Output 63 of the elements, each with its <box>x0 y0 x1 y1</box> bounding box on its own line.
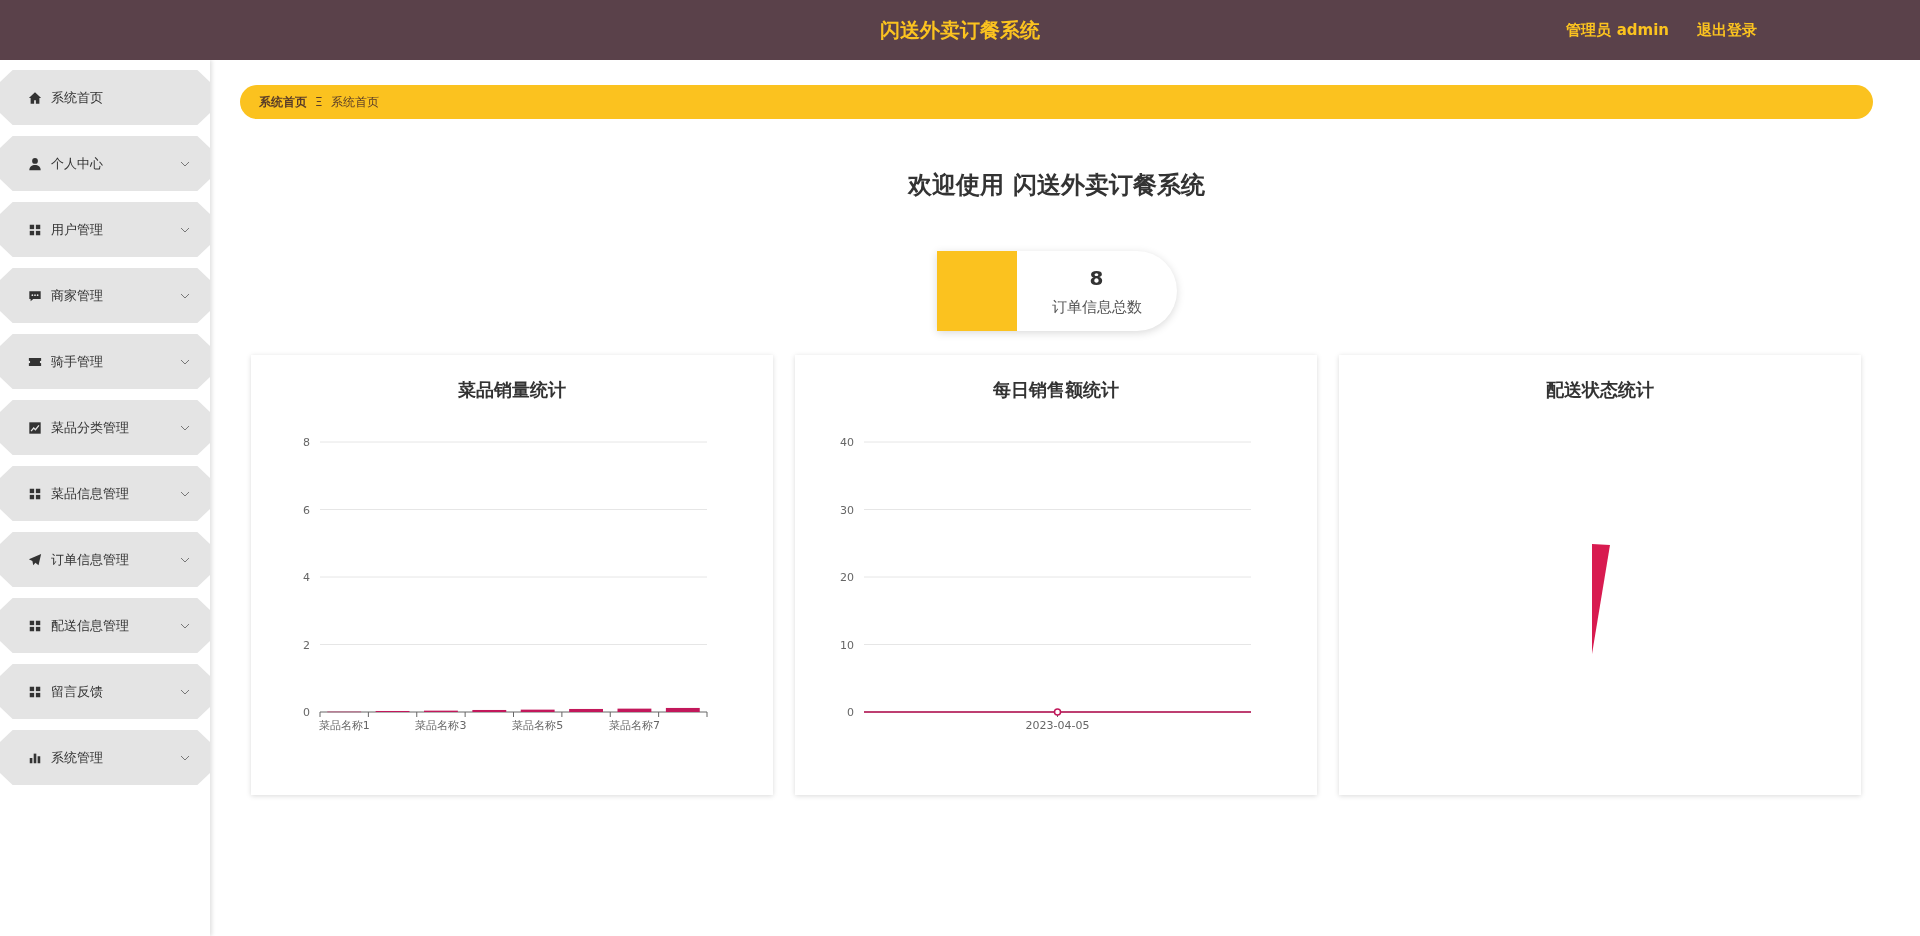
x-axis-label: 菜品名称3 <box>415 719 467 732</box>
stat-label: 订单信息总数 <box>1051 297 1142 317</box>
logout-link[interactable]: 退出登录 <box>1697 20 1757 40</box>
bar <box>569 708 603 712</box>
x-axis-label: 2023-04-05 <box>1025 719 1090 732</box>
sidebar-menu-item[interactable]: 用户管理 <box>0 202 210 257</box>
chart-title: 菜品销量统计 <box>458 378 566 402</box>
sidebar-menu-item[interactable]: 菜品信息管理 <box>0 466 210 521</box>
x-axis-label: 菜品名称1 <box>318 719 370 732</box>
chat-bubble-icon <box>28 288 42 303</box>
menu-item-label: 个人中心 <box>51 154 103 173</box>
menu-item-label: 骑手管理 <box>51 352 103 371</box>
menu-item-label: 菜品信息管理 <box>51 484 129 503</box>
y-axis-label: 20 <box>840 571 854 584</box>
app-title: 闪送外卖订餐系统 <box>880 16 1040 44</box>
menu-item-label: 菜品分类管理 <box>51 418 129 437</box>
welcome-heading: 欢迎使用 闪送外卖订餐系统 <box>906 170 1206 201</box>
menu-item-label: 系统管理 <box>51 748 103 767</box>
chart-title: 配送状态统计 <box>1546 378 1654 402</box>
x-axis-label: 菜品名称5 <box>512 719 564 732</box>
sidebar-menu-item[interactable]: 配送信息管理 <box>0 598 210 653</box>
menu-item-label: 配送信息管理 <box>51 616 129 635</box>
sidebar-menu-item[interactable]: 个人中心 <box>0 136 210 191</box>
menu-item-label: 用户管理 <box>51 220 103 239</box>
sidebar-menu-item[interactable]: 系统首页 <box>0 70 210 125</box>
breadcrumb-item[interactable]: 系统首页 <box>330 93 379 111</box>
bar <box>665 707 700 712</box>
x-axis-label: 菜品名称7 <box>608 719 660 732</box>
y-axis-label: 4 <box>303 571 310 584</box>
y-axis-label: 40 <box>840 436 854 449</box>
y-axis-label: 0 <box>847 706 854 719</box>
sidebar-menu-item[interactable]: 系统管理 <box>0 730 210 785</box>
y-axis-label: 6 <box>303 503 310 517</box>
data-point <box>1053 708 1062 716</box>
sidebar-menu-item[interactable]: 商家管理 <box>0 268 210 323</box>
chart-title: 每日销售额统计 <box>993 378 1119 402</box>
home-icon <box>28 90 42 105</box>
grid-icon <box>28 618 42 633</box>
y-axis-label: 2 <box>303 638 310 652</box>
menu-item-label: 商家管理 <box>51 286 103 305</box>
bar <box>617 708 652 712</box>
grid-icon <box>28 486 42 501</box>
grid-icon <box>28 222 42 237</box>
y-axis-label: 10 <box>840 638 854 652</box>
bar <box>520 709 555 712</box>
sidebar-menu-item[interactable]: 骑手管理 <box>0 334 210 389</box>
paper-plane-icon <box>28 552 42 567</box>
menu-item-label: 系统首页 <box>51 88 103 107</box>
y-axis-label: 30 <box>840 503 854 517</box>
sidebar-menu-item[interactable]: 订单信息管理 <box>0 532 210 587</box>
line-chart-icon <box>28 420 42 435</box>
sidebar-menu-item[interactable]: 菜品分类管理 <box>0 400 210 455</box>
menu-item-label: 留言反馈 <box>51 682 103 701</box>
y-axis-label: 8 <box>303 436 310 449</box>
user-icon <box>28 156 42 171</box>
y-axis-label: 0 <box>303 706 310 719</box>
breadcrumb-item[interactable]: 系统首页 <box>259 93 307 111</box>
stat-value: 8 <box>1089 265 1104 290</box>
grid-icon <box>28 684 42 699</box>
admin-user-label: 管理员 admin <box>1566 20 1669 40</box>
breadcrumb-separator: Ξ <box>315 95 323 109</box>
sidebar-menu-item[interactable]: 留言反馈 <box>0 664 210 719</box>
menu-item-label: 订单信息管理 <box>51 550 129 569</box>
